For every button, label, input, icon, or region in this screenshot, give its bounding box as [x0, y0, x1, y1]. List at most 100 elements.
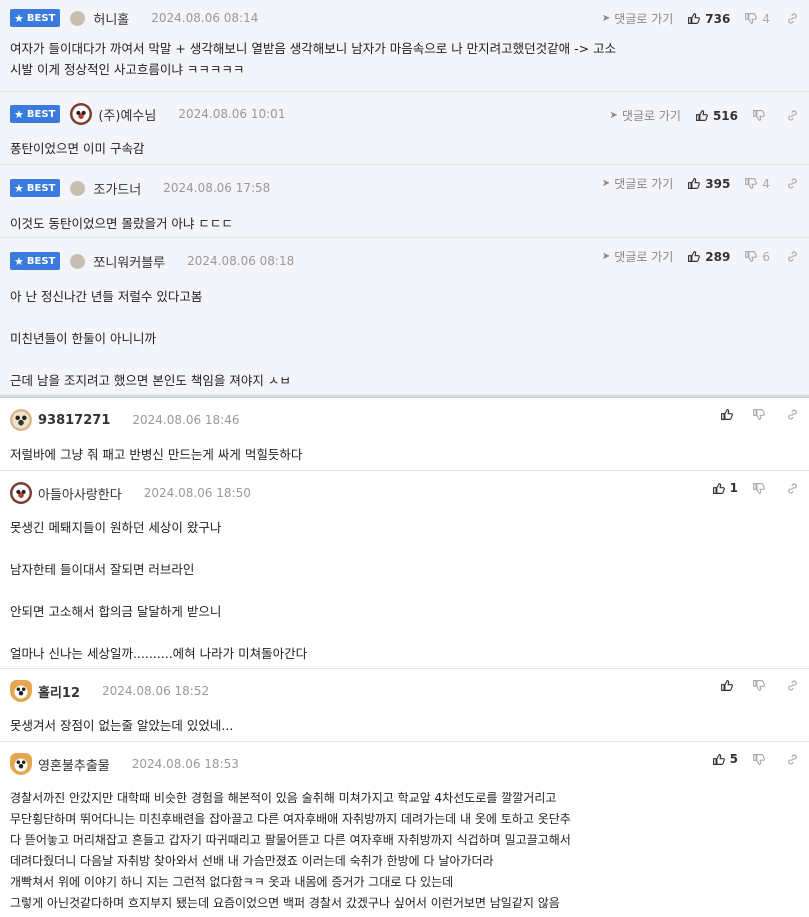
send-arrow-icon: ➤: [601, 13, 611, 24]
comment-actions: [720, 679, 799, 692]
link-icon: [788, 409, 797, 420]
downvote-button[interactable]: [752, 482, 770, 495]
avatar[interactable]: [10, 482, 32, 504]
go-to-reply-link[interactable]: ➤ 댓글로 가기: [602, 248, 673, 265]
thumbs-up-icon: [712, 482, 725, 494]
thumbs-down-icon: [753, 482, 765, 494]
downvote-count: 4: [762, 11, 770, 26]
best-comment: ★ BEST (주)예수님 2024.08.06 10:01 ➤ 댓글로 가기 51…: [0, 92, 809, 165]
thumbs-down-icon: [745, 13, 758, 24]
best-badge: ★ BEST: [10, 105, 61, 123]
link-icon: [788, 110, 797, 121]
share-link-button[interactable]: [786, 482, 799, 495]
comment-date: 2024.08.06 17:58: [163, 181, 271, 195]
thumbs-up-icon: [688, 251, 701, 262]
avatar[interactable]: [10, 680, 32, 702]
thumbs-down-icon: [745, 251, 758, 262]
comment-actions: ➤ 댓글로 가기 516: [610, 107, 799, 124]
star-icon: ★: [14, 181, 24, 195]
star-icon: ★: [14, 254, 24, 268]
downvote-button[interactable]: 4: [744, 12, 770, 26]
share-link-button[interactable]: [786, 250, 799, 263]
go-to-reply-link[interactable]: ➤ 댓글로 가기: [602, 10, 673, 27]
best-badge: ★ BEST: [10, 9, 61, 27]
upvote-count: 5: [729, 752, 738, 766]
upvote-button[interactable]: 516: [695, 109, 738, 123]
downvote-button[interactable]: 4: [744, 177, 770, 191]
send-arrow-icon: ➤: [601, 178, 611, 189]
downvote-count: 4: [762, 176, 770, 191]
thumbs-up-icon: [688, 178, 701, 189]
avatar[interactable]: [70, 103, 93, 125]
link-icon: [788, 753, 797, 765]
share-link-button[interactable]: [786, 177, 799, 190]
upvote-count: 289: [705, 249, 731, 264]
share-link-button[interactable]: [786, 12, 799, 25]
downvote-button[interactable]: [752, 408, 770, 421]
best-badge: ★ BEST: [10, 252, 61, 270]
comment-body: 아 난 정신나간 년들 저럴수 있다고봄 미친년들이 한둘이 아니니까 근데 남…: [10, 289, 291, 388]
link-icon: [788, 680, 797, 691]
avatar[interactable]: [70, 180, 86, 196]
share-link-button[interactable]: [786, 408, 799, 421]
comment-date: 2024.08.06 18:50: [143, 486, 251, 500]
nickname[interactable]: 아들아사랑한다: [38, 484, 122, 503]
best-comment: ★ BEST 쪼니워커블루 2024.08.06 08:18 ➤ 댓글로 가기 28…: [0, 238, 809, 395]
nickname[interactable]: 93817271: [38, 413, 110, 428]
comment-body: 경찰서까진 안갔지만 대학때 비슷한 경험을 해본적이 있음 술취해 미쳐가지고…: [10, 791, 571, 910]
downvote-button[interactable]: [752, 753, 770, 766]
go-to-reply-link[interactable]: ➤ 댓글로 가기: [610, 107, 681, 124]
star-icon: ★: [14, 107, 24, 121]
avatar[interactable]: [10, 409, 32, 431]
upvote-count: 395: [705, 176, 731, 191]
downvote-button[interactable]: [752, 109, 770, 122]
send-arrow-icon: ➤: [601, 251, 611, 262]
comment: 홀리12 2024.08.06 18:52 못생겨서 장점이 없는줄 알았는데 …: [0, 669, 809, 742]
comment-actions: 5: [712, 752, 799, 766]
thumbs-up-icon: [695, 110, 708, 121]
upvote-button[interactable]: 289: [687, 250, 730, 264]
avatar[interactable]: [70, 10, 86, 26]
best-comment: ★ BEST 허니홀 2024.08.06 08:14 ➤ 댓글로 가기 736 4…: [0, 0, 809, 92]
link-icon: [788, 13, 797, 24]
upvote-button[interactable]: 736: [687, 12, 730, 26]
nickname[interactable]: 쪼니워커블루: [93, 252, 165, 271]
link-icon: [788, 251, 797, 262]
upvote-button[interactable]: [720, 408, 738, 421]
send-arrow-icon: ➤: [609, 110, 618, 121]
upvote-button[interactable]: 1: [712, 481, 738, 495]
upvote-button[interactable]: 5: [712, 752, 738, 766]
nickname[interactable]: 홀리12: [38, 682, 80, 701]
thumbs-down-icon: [753, 409, 765, 420]
comment-actions: 1: [712, 481, 799, 495]
nickname[interactable]: (주)예수님: [98, 105, 156, 124]
link-icon: [788, 482, 797, 494]
avatar[interactable]: [10, 753, 32, 775]
avatar[interactable]: [70, 253, 86, 269]
thumbs-down-icon: [753, 110, 765, 121]
nickname[interactable]: 허니홀: [93, 9, 129, 28]
best-badge: ★ BEST: [10, 179, 61, 197]
upvote-count: 1: [729, 481, 738, 495]
comment-list: ★ BEST 허니홀 2024.08.06 08:14 ➤ 댓글로 가기 736 4…: [0, 0, 809, 917]
comment-date: 2024.08.06 18:52: [102, 684, 210, 698]
nickname[interactable]: 조가드너: [93, 179, 141, 198]
upvote-button[interactable]: [720, 679, 738, 692]
thumbs-up-icon: [721, 409, 733, 420]
comment-actions: ➤ 댓글로 가기 736 4: [602, 10, 799, 27]
go-to-reply-link[interactable]: ➤ 댓글로 가기: [602, 175, 673, 192]
share-link-button[interactable]: [786, 753, 799, 766]
share-link-button[interactable]: [786, 679, 799, 692]
downvote-count: 6: [762, 249, 770, 264]
nickname[interactable]: 영혼불추출물: [38, 755, 110, 774]
comment-body: 여자가 들이대다가 까여서 막말 + 생각해보니 열받음 생각해보니 남자가 마…: [10, 41, 617, 77]
downvote-button[interactable]: [752, 679, 770, 692]
thumbs-down-icon: [753, 680, 765, 691]
upvote-button[interactable]: 395: [687, 177, 730, 191]
comment-actions: [720, 408, 799, 421]
thumbs-down-icon: [745, 178, 758, 189]
star-icon: ★: [14, 11, 24, 25]
thumbs-down-icon: [753, 753, 765, 765]
share-link-button[interactable]: [786, 109, 799, 122]
downvote-button[interactable]: 6: [744, 250, 770, 264]
